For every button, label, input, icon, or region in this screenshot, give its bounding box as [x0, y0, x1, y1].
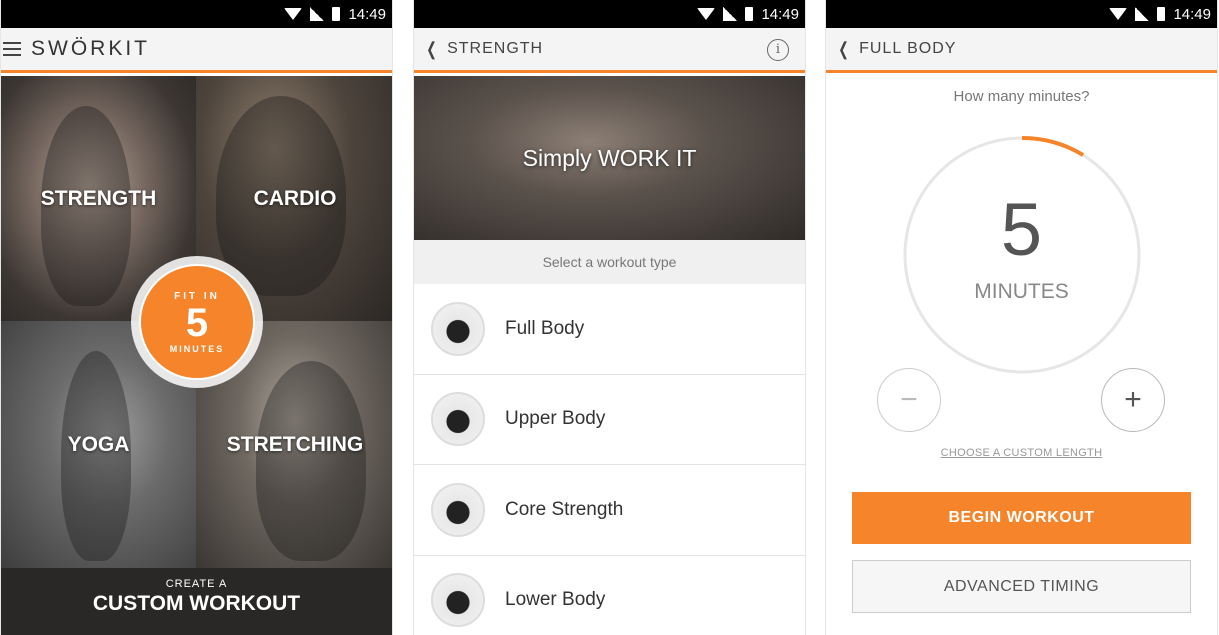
custom-length-link[interactable]: CHOOSE A CUSTOM LENGTH	[826, 447, 1217, 459]
custom-small-label: CREATE A	[165, 578, 228, 590]
list-item-lower-body[interactable]: Lower Body	[414, 555, 805, 635]
workout-thumbnail	[431, 301, 485, 356]
app-bar: ❮ STRENGTH i	[414, 28, 805, 73]
badge-bottom-text: MINUTES	[169, 343, 225, 354]
menu-icon[interactable]	[3, 42, 21, 56]
signal-icon	[310, 7, 325, 21]
back-icon[interactable]: ❮	[426, 39, 437, 60]
signal-icon	[723, 7, 738, 21]
tile-label: CARDIO	[253, 186, 337, 210]
minus-icon: −	[900, 383, 918, 416]
begin-workout-button[interactable]: BEGIN WORKOUT	[852, 492, 1191, 544]
status-bar: 14:49	[414, 0, 805, 28]
workout-thumbnail	[431, 392, 485, 447]
increase-button[interactable]: +	[1101, 368, 1165, 432]
home-screen: 14:49 SWÖRKIT STRENGTH CARDIO YOGA STRET…	[0, 0, 393, 635]
strength-screen: 14:49 ❮ STRENGTH i Simply WORK IT Select…	[413, 0, 806, 635]
signal-icon	[1135, 7, 1150, 21]
dial-progress-arc	[1021, 135, 1085, 157]
full-body-screen: 14:49 ❮ FULL BODY How many minutes? 5 MI…	[825, 0, 1218, 635]
minutes-unit: MINUTES	[974, 280, 1069, 303]
battery-icon	[745, 7, 754, 21]
custom-workout-button[interactable]: CREATE A CUSTOM WORKOUT	[1, 568, 392, 635]
workout-thumbnail	[431, 482, 485, 537]
decrease-button[interactable]: −	[877, 368, 941, 432]
advanced-timing-button[interactable]: ADVANCED TIMING	[852, 560, 1191, 613]
workout-thumbnail	[431, 573, 485, 628]
app-logo: SWÖRKIT	[31, 37, 150, 60]
list-item-upper-body[interactable]: Upper Body	[414, 374, 805, 465]
wifi-icon	[697, 8, 716, 20]
back-icon[interactable]: ❮	[838, 39, 849, 60]
clock: 14:49	[1173, 5, 1211, 23]
status-bar: 14:49	[1, 0, 392, 28]
app-bar: SWÖRKIT	[1, 28, 392, 73]
tile-label: STRETCHING	[226, 432, 364, 456]
app-bar: ❮ FULL BODY	[826, 28, 1217, 73]
badge-top-text: FIT IN	[174, 290, 220, 302]
custom-big-label: CUSTOM WORKOUT	[92, 592, 301, 615]
page-title: FULL BODY	[859, 40, 957, 57]
clock: 14:49	[348, 5, 386, 23]
tile-label: STRENGTH	[40, 186, 157, 210]
list-item-core-strength[interactable]: Core Strength	[414, 465, 805, 556]
tile-label: YOGA	[67, 432, 130, 456]
select-prompt: Select a workout type	[414, 240, 805, 284]
workout-label: Full Body	[505, 317, 585, 339]
badge-number: 5	[185, 300, 209, 345]
clock: 14:49	[761, 5, 799, 23]
status-bar: 14:49	[826, 0, 1217, 28]
info-icon[interactable]: i	[767, 39, 789, 61]
battery-icon	[1157, 7, 1166, 21]
workout-list: Full Body Upper Body Core Strength Lower…	[414, 284, 805, 635]
list-item-full-body[interactable]: Full Body	[414, 284, 805, 375]
hero-banner: Simply WORK IT	[414, 76, 805, 240]
page-title: STRENGTH	[447, 40, 544, 57]
fit-in-5-badge[interactable]: FIT IN 5 MINUTES	[131, 256, 263, 388]
minutes-question: How many minutes?	[953, 88, 1090, 105]
workout-label: Core Strength	[505, 498, 624, 520]
wifi-icon	[284, 8, 303, 20]
workout-label: Upper Body	[505, 408, 606, 430]
minutes-value: 5	[1000, 188, 1043, 271]
plus-icon: +	[1124, 383, 1142, 416]
hero-title: Simply WORK IT	[522, 144, 697, 171]
wifi-icon	[1109, 8, 1128, 20]
battery-icon	[332, 7, 341, 21]
workout-label: Lower Body	[505, 589, 606, 611]
